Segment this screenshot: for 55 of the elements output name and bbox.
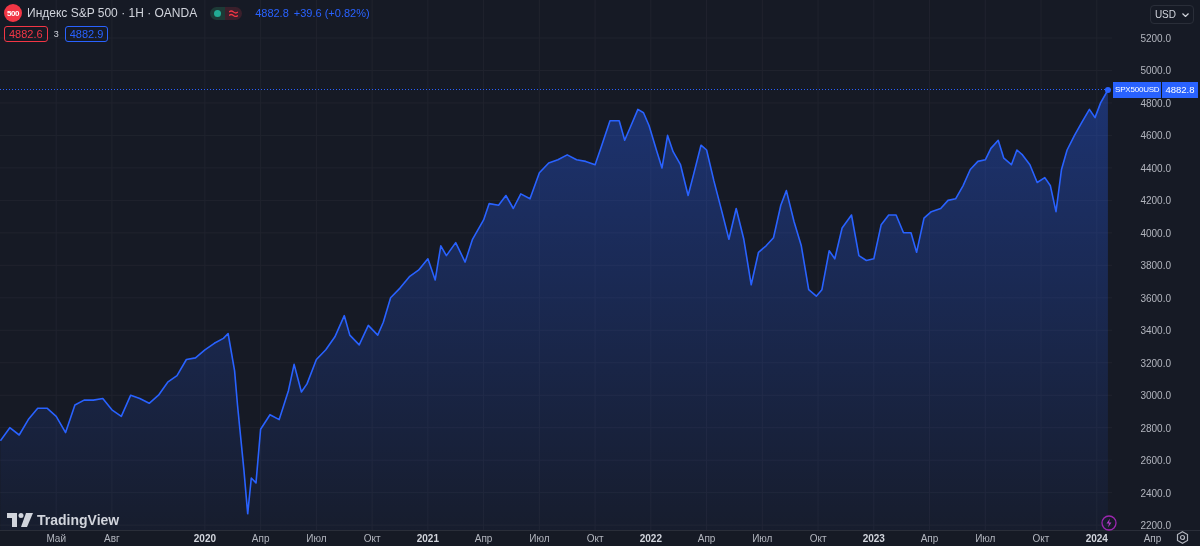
axis-label: Апр (251, 533, 270, 544)
symbol-title: Индекс S&P 500 · 1H · OANDA (27, 6, 198, 20)
axis-label: 2600.0 (1140, 455, 1171, 467)
axis-label: 3200.0 (1140, 357, 1171, 369)
axis-label: 2400.0 (1140, 487, 1171, 499)
axis-label: Апр (920, 533, 939, 544)
wave-icon (229, 9, 239, 17)
axis-label: 2020 (193, 533, 217, 544)
axis-label: 4200.0 (1140, 195, 1171, 207)
caret-icon (1182, 12, 1189, 17)
axis-label: 4600.0 (1140, 130, 1171, 142)
settings-icon[interactable] (1176, 531, 1189, 544)
symbol-logo: 500 (4, 4, 22, 22)
axis-label: Авг (104, 533, 120, 544)
buy-price-button[interactable]: 4882.9 (64, 26, 109, 42)
axis-label: 3600.0 (1140, 292, 1171, 304)
axis-label: 5000.0 (1140, 65, 1171, 77)
axis-label: 2021 (416, 533, 439, 544)
axis-label: 3000.0 (1140, 390, 1171, 402)
axis-label: 3800.0 (1140, 260, 1171, 272)
axis-label: Июл (529, 533, 550, 544)
sell-price-button[interactable]: 4882.6 (4, 26, 48, 42)
axis-label: Окт (809, 533, 827, 544)
axis-label: 2024 (1085, 533, 1108, 544)
symbol-price-tag: SPX500USD (1113, 81, 1162, 98)
axis-label: Окт (363, 533, 381, 544)
axis-label: Май (46, 533, 66, 544)
axis-label: Окт (586, 533, 604, 544)
last-price: 4882.8 (255, 7, 289, 19)
brand-logo-icon (7, 513, 33, 527)
axis-label: 2800.0 (1140, 422, 1171, 434)
axis-label: 4400.0 (1140, 162, 1171, 174)
currency-dropdown[interactable]: USD (1149, 5, 1194, 24)
price-change: +39.6 (+0.82%) (293, 7, 370, 19)
price-tag: 4882.8 (1162, 81, 1198, 98)
axis-label: Апр (474, 533, 493, 544)
axis-label: Июл (975, 533, 996, 544)
axis-label: 2200.0 (1140, 520, 1171, 532)
lightning-icon[interactable] (1101, 515, 1117, 531)
axis-label: 2022 (639, 533, 662, 544)
status-dot-icon (214, 9, 222, 17)
axis-label: Апр (1143, 533, 1162, 544)
axis-label: 4800.0 (1140, 97, 1171, 109)
brand-name: TradingView (37, 512, 120, 528)
axis-label: Окт (1032, 533, 1050, 544)
last-point-dot (1104, 86, 1111, 93)
axis-label: 3400.0 (1140, 325, 1171, 337)
market-status[interactable] (210, 6, 243, 20)
axis-label: Июл (752, 533, 773, 544)
axis-label: 4000.0 (1140, 227, 1171, 239)
axis-label: 5200.0 (1140, 33, 1171, 44)
axis-label: Июл (306, 533, 327, 544)
axis-label: 2023 (862, 533, 885, 544)
axis-label: Апр (697, 533, 716, 544)
spread-value: 3 (53, 29, 59, 39)
